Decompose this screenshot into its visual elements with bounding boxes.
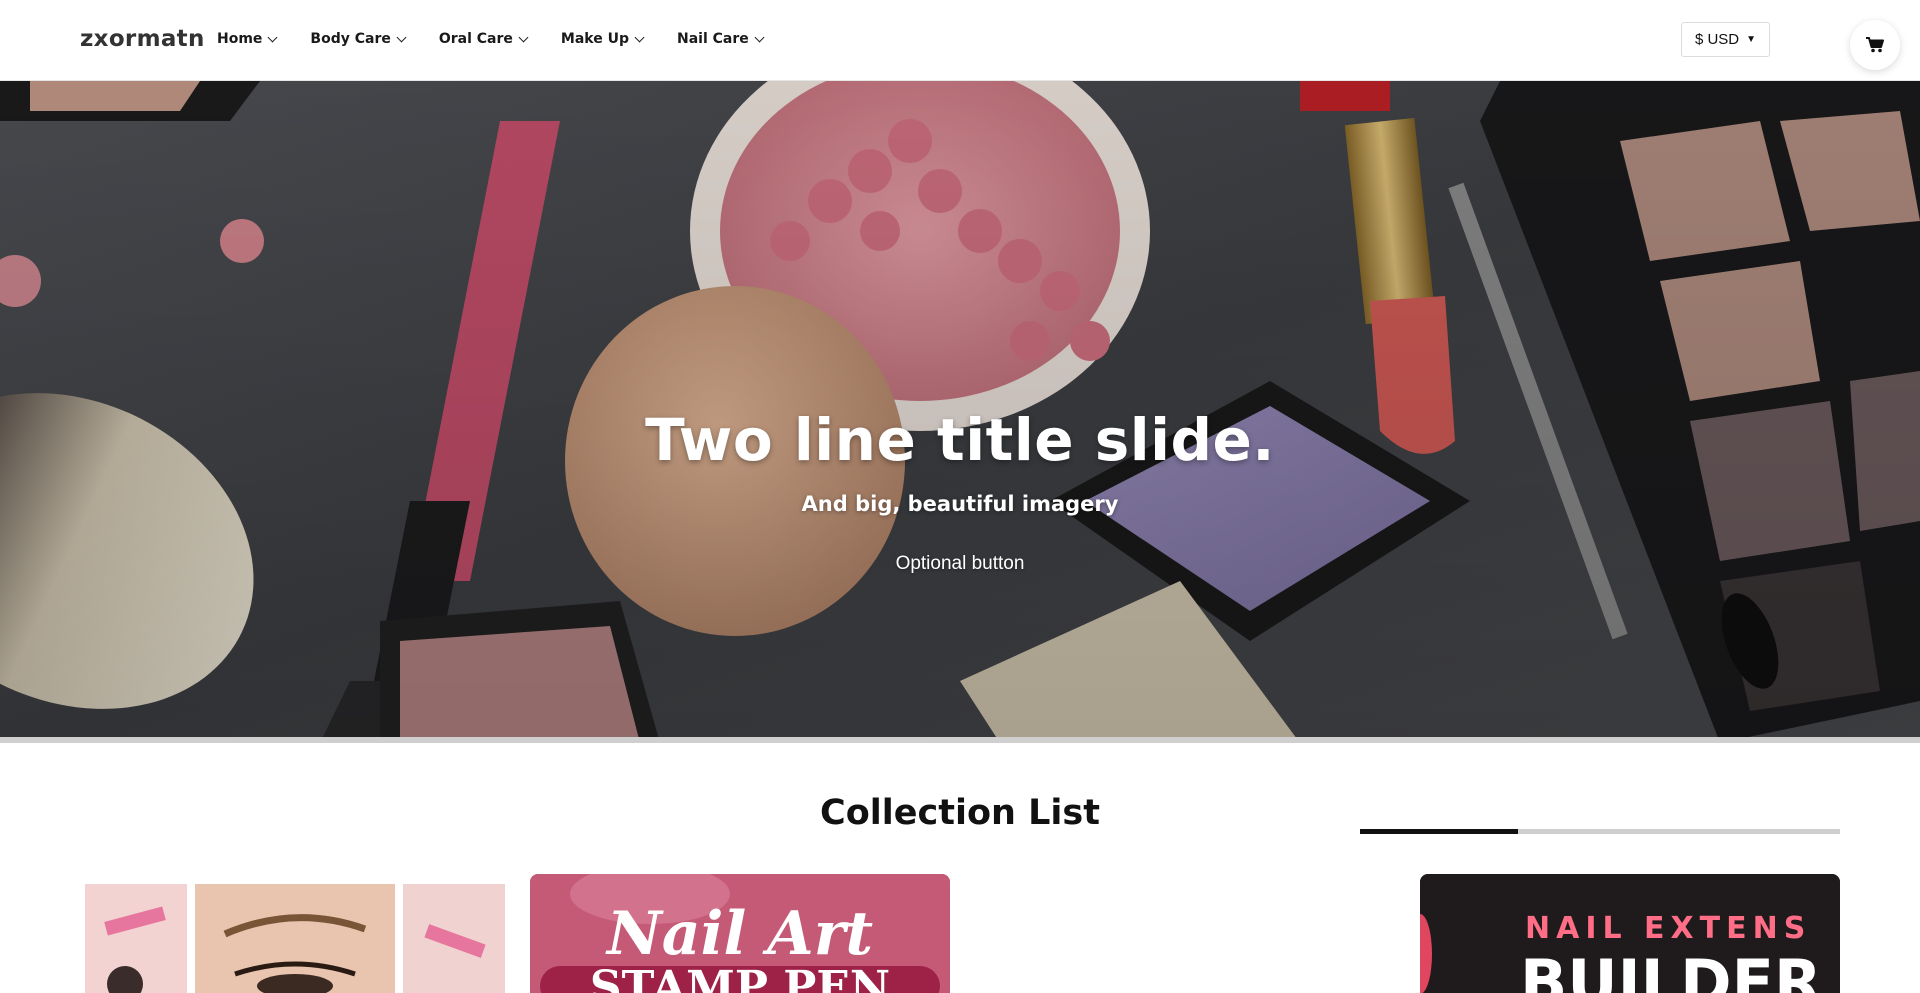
cart-icon bbox=[1866, 37, 1884, 53]
nav-item-label: Home bbox=[217, 31, 263, 47]
collection-card-lash[interactable] bbox=[85, 874, 505, 993]
collection-card-image bbox=[85, 874, 505, 993]
collection-card-image: NAIL EXTENS BUILDER G bbox=[1420, 874, 1840, 993]
hero-title: Two line title slide. bbox=[645, 406, 1275, 474]
collection-scrollbar[interactable] bbox=[1360, 829, 1840, 834]
card-image-text: NAIL EXTENS bbox=[1525, 911, 1811, 946]
hero-divider bbox=[0, 737, 1920, 743]
card-image-text: BUILDER G bbox=[1520, 946, 1840, 993]
collection-card-nail-art[interactable]: Nail Art STAMP PEN bbox=[530, 874, 950, 993]
caret-down-icon: ▼ bbox=[1746, 34, 1757, 45]
nav-item-label: Make Up bbox=[560, 31, 629, 47]
card-image-text: STAMP PEN bbox=[590, 962, 890, 993]
nav-item-label: Oral Care bbox=[438, 31, 513, 47]
chevron-down-icon bbox=[754, 32, 765, 42]
hero-optional-button[interactable]: Optional button bbox=[870, 548, 1050, 580]
main-nav: Home Body Care Oral Care Make Up Nail Ca… bbox=[217, 31, 797, 47]
hero-subtitle: And big, beautiful imagery bbox=[801, 492, 1119, 516]
hero-slideshow: Two line title slide. And big, beautiful… bbox=[0, 81, 1920, 743]
site-logo[interactable]: zxormatn bbox=[80, 26, 205, 52]
currency-label: $ USD bbox=[1694, 31, 1740, 48]
currency-selector[interactable]: $ USD ▼ bbox=[1681, 22, 1770, 57]
chevron-down-icon bbox=[267, 32, 278, 42]
card-image-text: Nail Art bbox=[605, 899, 873, 969]
nav-item-body-care[interactable]: Body Care bbox=[310, 31, 407, 47]
nav-item-label: Nail Care bbox=[676, 31, 749, 47]
cart-button[interactable] bbox=[1850, 20, 1900, 70]
collection-card-builder-gel[interactable]: NAIL EXTENS BUILDER G bbox=[1420, 874, 1840, 993]
site-header: zxormatn Home Body Care Oral Care Make U… bbox=[0, 0, 1920, 81]
collection-card-image: Nail Art STAMP PEN bbox=[530, 874, 950, 993]
nav-item-nail-care[interactable]: Nail Care bbox=[676, 31, 765, 47]
nav-item-label: Body Care bbox=[310, 31, 391, 47]
collection-scrollbar-thumb[interactable] bbox=[1360, 829, 1519, 834]
nav-item-home[interactable]: Home bbox=[217, 31, 278, 47]
chevron-down-icon bbox=[518, 32, 529, 42]
nav-item-make-up[interactable]: Make Up bbox=[560, 31, 645, 47]
collection-title: Collection List bbox=[820, 793, 1100, 833]
chevron-down-icon bbox=[396, 32, 407, 42]
chevron-down-icon bbox=[634, 32, 645, 42]
nav-item-oral-care[interactable]: Oral Care bbox=[438, 31, 529, 47]
